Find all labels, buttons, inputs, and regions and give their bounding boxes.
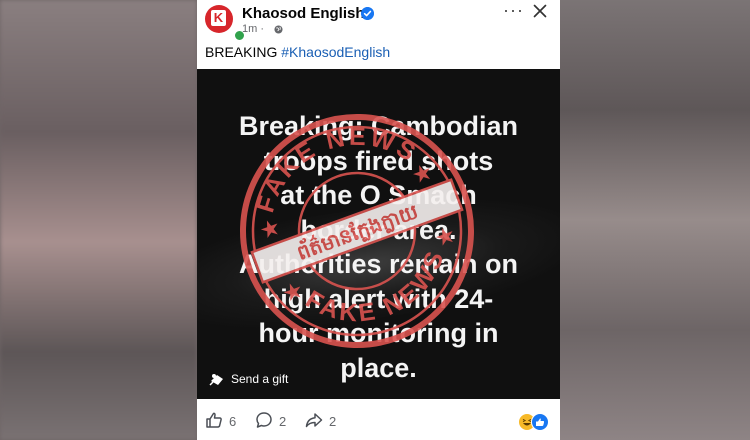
post-timestamp[interactable]: 1m · (242, 23, 264, 35)
comment-button[interactable]: 2 (255, 410, 295, 432)
svg-text:★: ★ (258, 216, 282, 243)
share-button[interactable]: 2 (305, 410, 345, 432)
like-button[interactable]: 6 (205, 410, 245, 432)
verified-icon (361, 7, 374, 20)
gift-icon (209, 374, 223, 386)
fake-news-stamp: FAKE NEWS FAKE NEWS ★ ★ ★ ★ ព័ត៌មានក្លែង… (237, 111, 474, 349)
comment-count: 2 (279, 414, 287, 429)
page-name-link[interactable]: Khaosod English (242, 5, 365, 22)
hashtag-link[interactable]: #KhaosodEnglish (281, 44, 390, 60)
blurred-background-right (560, 0, 750, 440)
more-options-icon[interactable]: ··· (503, 1, 523, 22)
like-reaction-icon (531, 413, 549, 431)
comment-icon (256, 412, 272, 428)
post-caption: BREAKING #KhaosodEnglish (205, 44, 390, 60)
globe-icon (274, 25, 283, 34)
like-count: 6 (229, 414, 237, 429)
share-count: 2 (329, 414, 337, 429)
svg-text:★: ★ (281, 279, 305, 306)
page-avatar[interactable]: K (205, 5, 246, 42)
facebook-post-card: K Khaosod English 1m · ··· BREAKING #Kha… (197, 0, 560, 440)
close-icon[interactable] (533, 4, 547, 18)
svg-text:★: ★ (433, 224, 457, 251)
caption-prefix: BREAKING (205, 44, 278, 60)
like-icon (206, 412, 222, 428)
share-icon (305, 413, 323, 428)
post-image[interactable]: Breaking: Cambodian troops fired shots a… (197, 69, 560, 399)
post-action-bar: 6 2 2 (197, 404, 560, 440)
svg-text:★: ★ (410, 161, 434, 188)
post-header: K Khaosod English 1m · ··· (197, 0, 560, 42)
reaction-summary[interactable] (518, 413, 552, 431)
logo-letter: K (211, 10, 226, 26)
send-gift-label: Send a gift (231, 372, 289, 386)
blurred-background-left (0, 0, 197, 440)
